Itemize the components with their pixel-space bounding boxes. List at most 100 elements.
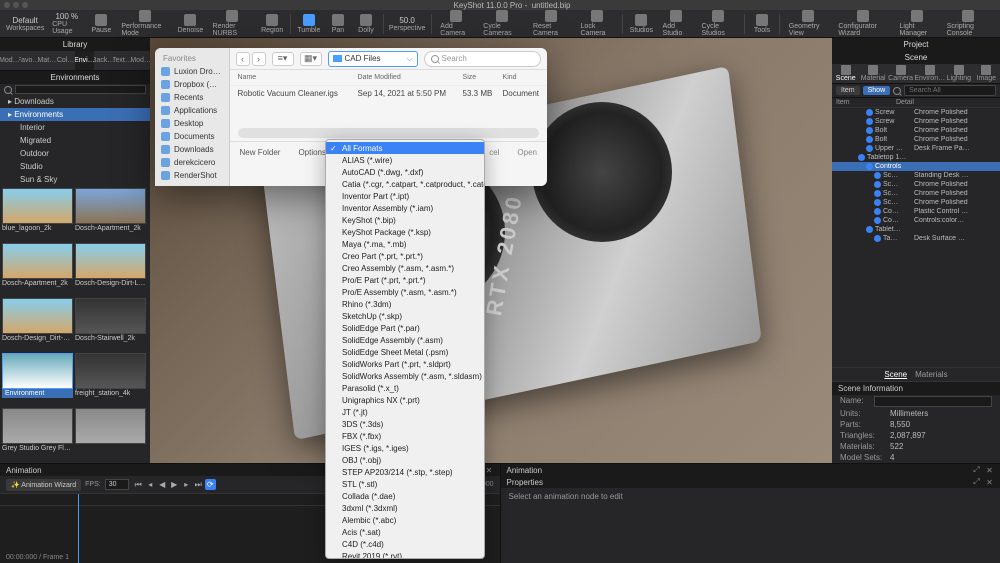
- sidebar-location[interactable]: Downloads: [155, 143, 229, 156]
- options-button[interactable]: Options: [298, 148, 326, 157]
- format-option[interactable]: Catia (*.cgr, *.catpart, *.catproduct, *…: [326, 178, 484, 190]
- format-option[interactable]: 3dxml (*.3dxml): [326, 502, 484, 514]
- format-option[interactable]: SolidEdge Assembly (*.asm): [326, 334, 484, 346]
- tree-item[interactable]: ▸ Downloads: [0, 95, 150, 108]
- loop-icon[interactable]: ⟳: [205, 479, 216, 490]
- visibility-icon[interactable]: [874, 235, 881, 242]
- pause-button[interactable]: Pause: [87, 10, 115, 37]
- visibility-icon[interactable]: [874, 208, 881, 215]
- visibility-icon[interactable]: [866, 127, 873, 134]
- format-option[interactable]: Revit 2019 (*.rvt): [326, 550, 484, 559]
- back-button[interactable]: ‹: [236, 52, 250, 66]
- visibility-icon[interactable]: [866, 145, 873, 152]
- expand-icon[interactable]: ⤢: [972, 478, 981, 487]
- light-manager-button[interactable]: Light Manager: [893, 10, 940, 37]
- visibility-icon[interactable]: [866, 136, 873, 143]
- library-tab[interactable]: Mat…: [38, 51, 57, 70]
- tumble-button[interactable]: Tumble: [294, 10, 324, 37]
- format-option[interactable]: Unigraphics NX (*.prt): [326, 394, 484, 406]
- tree-item[interactable]: Sun & Sky: [0, 173, 150, 186]
- format-option[interactable]: JT (*.jt): [326, 406, 484, 418]
- format-option[interactable]: 3DS (*.3ds): [326, 418, 484, 430]
- format-option[interactable]: SolidWorks Assembly (*.asm, *.sldasm): [326, 370, 484, 382]
- sidebar-location[interactable]: derekcicero: [155, 156, 229, 169]
- scene-tree-item[interactable]: ScrewChrome Polished: [832, 108, 1000, 117]
- forward-button[interactable]: ›: [252, 52, 266, 66]
- format-option[interactable]: Pro/E Assembly (*.asm, *.asm.*): [326, 286, 484, 298]
- tree-item[interactable]: Migrated: [0, 134, 150, 147]
- environment-thumbnail[interactable]: Grey Studio Grey Floor 4K GSG_PRO_STUDIO…: [2, 408, 73, 461]
- scene-tree-item[interactable]: Upper …Desk Frame Pa…: [832, 144, 1000, 153]
- configurator-button[interactable]: Configurator Wizard: [832, 10, 893, 37]
- project-tab[interactable]: Image: [973, 64, 1000, 83]
- close-icon[interactable]: ✕: [485, 466, 494, 475]
- visibility-icon[interactable]: [874, 217, 881, 224]
- visibility-icon[interactable]: [874, 172, 881, 179]
- library-tab[interactable]: Favo…: [19, 51, 38, 70]
- scene-tree-item[interactable]: Sc…Chrome Polished: [832, 189, 1000, 198]
- environment-thumbnail[interactable]: blue_lagoon_2k: [2, 188, 73, 241]
- format-option[interactable]: Acis (*.sat): [326, 526, 484, 538]
- close-icon[interactable]: ✕: [985, 478, 994, 487]
- sidebar-location[interactable]: Luxion Dro…: [155, 65, 229, 78]
- format-option[interactable]: Pro/E Part (*.prt, *.prt.*): [326, 274, 484, 286]
- environment-thumbnail[interactable]: Dosch-Design-Dirt-Lot_2k: [75, 243, 146, 296]
- scripting-button[interactable]: Scripting Console: [941, 10, 996, 37]
- mini-tab-materials[interactable]: Materials: [915, 370, 947, 379]
- format-option[interactable]: AutoCAD (*.dwg, *.dxf): [326, 166, 484, 178]
- sidebar-location[interactable]: RenderShot: [155, 169, 229, 182]
- project-tab[interactable]: Scene: [832, 64, 859, 83]
- add-camera-button[interactable]: Add Camera: [434, 10, 477, 37]
- dolly-button[interactable]: Dolly: [352, 10, 380, 37]
- sidebar-location[interactable]: Dropbox (…: [155, 78, 229, 91]
- skip-start-icon[interactable]: ⏮: [133, 479, 144, 490]
- step-back-icon[interactable]: ◂: [145, 479, 156, 490]
- window-controls[interactable]: [4, 2, 28, 8]
- scene-tree-item[interactable]: Sc…Chrome Polished: [832, 198, 1000, 207]
- file-list-header[interactable]: Name Date Modified Size Kind: [230, 70, 547, 86]
- format-option[interactable]: SolidEdge Part (*.par): [326, 322, 484, 334]
- cancel-button[interactable]: cel: [489, 148, 499, 157]
- format-option[interactable]: All Formats: [326, 142, 484, 154]
- reset-camera-button[interactable]: Reset Camera: [527, 10, 575, 37]
- close-icon[interactable]: ✕: [985, 466, 994, 475]
- library-tab[interactable]: Mod…: [131, 51, 150, 70]
- visibility-icon[interactable]: [858, 154, 865, 161]
- play-icon[interactable]: ▶: [169, 479, 180, 490]
- denoise-button[interactable]: Denoise: [174, 10, 206, 37]
- scene-tree-item[interactable]: Co…Controls:color…: [832, 216, 1000, 225]
- region-button[interactable]: Region: [257, 10, 286, 37]
- cpu-usage[interactable]: 100 %CPU Usage: [46, 10, 87, 37]
- scene-tree-item[interactable]: Tablet…: [832, 225, 1000, 234]
- sidebar-location[interactable]: Applications: [155, 104, 229, 117]
- format-option[interactable]: SolidWorks Part (*.prt, *.sldprt): [326, 358, 484, 370]
- close-icon[interactable]: [4, 2, 10, 8]
- format-option[interactable]: Collada (*.dae): [326, 490, 484, 502]
- environment-thumbnail[interactable]: Dosch-Design_Dirt-Lot_2k: [2, 298, 73, 351]
- format-option[interactable]: ALIAS (*.wire): [326, 154, 484, 166]
- sidebar-location[interactable]: Desktop: [155, 117, 229, 130]
- format-option[interactable]: Alembic (*.abc): [326, 514, 484, 526]
- format-option[interactable]: Creo Part (*.prt, *.prt.*): [326, 250, 484, 262]
- item-filter[interactable]: Item: [836, 86, 860, 95]
- pan-button[interactable]: Pan: [324, 10, 352, 37]
- environment-thumbnail[interactable]: [75, 408, 146, 461]
- format-option[interactable]: STL (*.stl): [326, 478, 484, 490]
- mini-tab-scene[interactable]: Scene: [884, 370, 907, 379]
- format-option[interactable]: OBJ (*.obj): [326, 454, 484, 466]
- scene-tree-item[interactable]: Tabletop 1…: [832, 153, 1000, 162]
- open-button[interactable]: Open: [517, 148, 537, 157]
- project-tab[interactable]: Material: [859, 64, 886, 83]
- library-tab[interactable]: Mod…: [0, 51, 19, 70]
- visibility-icon[interactable]: [874, 190, 881, 197]
- file-search[interactable]: Search: [424, 51, 541, 67]
- format-option[interactable]: STEP AP203/214 (*.stp, *.step): [326, 466, 484, 478]
- playhead[interactable]: [78, 494, 79, 563]
- minimize-icon[interactable]: [13, 2, 19, 8]
- sidebar-location[interactable]: Recents: [155, 91, 229, 104]
- format-option[interactable]: SketchUp (*.skp): [326, 310, 484, 322]
- environment-thumbnail[interactable]: Dosch-Apartment_2k: [2, 243, 73, 296]
- scrollbar[interactable]: [238, 128, 539, 138]
- project-tab[interactable]: Lighting: [945, 64, 972, 83]
- visibility-icon[interactable]: [866, 226, 873, 233]
